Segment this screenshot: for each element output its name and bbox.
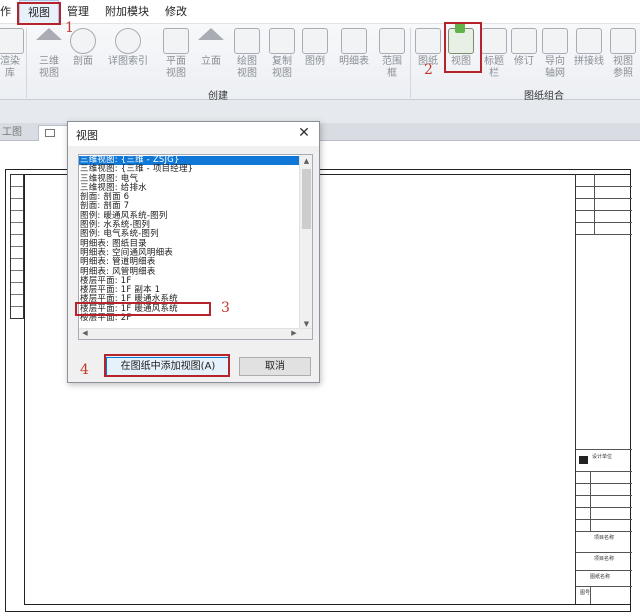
annotation-box-1: [17, 2, 61, 25]
annotation-box-4: [104, 354, 230, 377]
schedule-icon: [341, 28, 367, 54]
scope-box-label: 范围 框: [382, 56, 402, 79]
guide-grid-icon: [542, 28, 568, 54]
title-block-sheet-name: 图纸名称: [590, 574, 611, 580]
legend-label: 图例: [305, 56, 325, 67]
duplicate-view-button[interactable]: 复制 视图: [266, 26, 298, 88]
ribbon-panel: 渲染 库 三维 视图 剖面 详图索引 平面 视图 立面 绘图 视图 复制 视图 …: [0, 23, 640, 102]
plan-view-icon: [163, 28, 189, 54]
revision-icon: [511, 28, 537, 54]
scroll-left-icon[interactable]: ◀: [79, 328, 91, 339]
doc-tab-current[interactable]: [38, 125, 68, 141]
matchline-button[interactable]: 拼接线: [572, 26, 606, 88]
ribbon-divider: [410, 28, 411, 98]
duplicate-view-icon: [269, 28, 295, 54]
sheet-button[interactable]: 图纸: [414, 26, 442, 88]
view-reference-label: 视图 参照: [613, 56, 633, 79]
ribbon-gap: [0, 100, 640, 123]
doc-tab-previous[interactable]: 工图: [0, 125, 28, 141]
drafting-view-button[interactable]: 绘图 视图: [232, 26, 262, 88]
sheet-tab-icon: [45, 129, 55, 137]
annotation-box-2: [444, 22, 482, 73]
title-block-project: 项目名称: [594, 535, 615, 541]
menu-item-modify[interactable]: 修改: [157, 0, 195, 24]
guide-grid-label: 导向 轴网: [545, 56, 565, 79]
annotation-number-3: 3: [221, 300, 230, 316]
matchline-icon: [576, 28, 602, 54]
title-block-icon: [481, 28, 507, 54]
3d-view-label: 三维 视图: [39, 56, 59, 79]
menu-item-addins[interactable]: 附加模块: [97, 0, 157, 24]
view-reference-icon: [610, 28, 636, 54]
sheet-left-strip: [10, 174, 24, 319]
elevation-label: 立面: [201, 56, 221, 67]
annotation-box-3: [75, 302, 211, 316]
schedule-label: 明细表: [339, 56, 369, 67]
annotation-number-4: 4: [80, 362, 89, 378]
scope-box-icon: [379, 28, 405, 54]
render-library-label: 渲染 库: [0, 56, 20, 79]
annotation-number-1: 1: [65, 20, 74, 36]
scroll-right-icon[interactable]: ▶: [288, 328, 300, 339]
scroll-up-icon[interactable]: ▲: [300, 155, 312, 167]
ribbon-divider: [26, 28, 27, 98]
title-block-sheet-number: 图号: [580, 590, 591, 596]
view-list-items: 三维视图: {三维 - ZSJG} 三维视图: {三维 - 项目经理} 三维视图…: [79, 155, 299, 323]
vertical-scrollbar[interactable]: ▲ ▼: [299, 155, 312, 330]
3d-view-button[interactable]: 三维 视图: [32, 26, 66, 88]
plan-view-button[interactable]: 平面 视图: [160, 26, 192, 88]
menu-bar: 作 视图 管理 附加模块 修改: [0, 0, 640, 24]
guide-grid-button[interactable]: 导向 轴网: [540, 26, 570, 88]
legend-button[interactable]: 图例: [300, 26, 330, 88]
horizontal-scrollbar[interactable]: ◀ ▶: [79, 328, 312, 339]
drafting-view-label: 绘图 视图: [237, 56, 257, 79]
scroll-thumb[interactable]: [302, 169, 311, 229]
view-reference-button[interactable]: 视图 参照: [608, 26, 638, 88]
company-logo: [579, 456, 588, 464]
title-block-label: 标题 栏: [484, 56, 504, 79]
dialog-titlebar[interactable]: 视图 ✕: [68, 122, 319, 146]
dialog-body: 三维视图: {三维 - ZSJG} 三维视图: {三维 - 项目经理} 三维视图…: [68, 146, 319, 382]
section-label: 剖面: [73, 56, 93, 67]
dialog-title: 视图: [76, 129, 98, 142]
elevation-button[interactable]: 立面: [196, 26, 226, 88]
render-library-button[interactable]: 渲染 库: [0, 26, 24, 88]
title-block: 设计单位 项目名称 项目名称 图纸名称 图号: [575, 174, 632, 604]
matchline-label: 拼接线: [574, 56, 604, 67]
revit-window: 作 视图 管理 附加模块 修改 渲染 库 三维 视图 剖面 详图索引 平面 视图: [0, 0, 640, 616]
annotation-number-2: 2: [424, 62, 433, 78]
revision-button[interactable]: 修订: [510, 26, 538, 88]
legend-icon: [302, 28, 328, 54]
title-block-designer: 设计单位: [592, 454, 613, 460]
revision-label: 修订: [514, 56, 534, 67]
callout-label: 详图索引: [108, 56, 148, 67]
view-dialog: 视图 ✕ 三维视图: {三维 - ZSJG} 三维视图: {三维 - 项目经理}…: [67, 121, 320, 383]
duplicate-view-label: 复制 视图: [272, 56, 292, 79]
3d-house-icon: [36, 28, 62, 40]
drafting-view-icon: [234, 28, 260, 54]
scope-box-button[interactable]: 范围 框: [378, 26, 406, 88]
title-block-button[interactable]: 标题 栏: [480, 26, 508, 88]
plan-view-label: 平面 视图: [166, 56, 186, 79]
elevation-icon: [198, 28, 224, 40]
callout-icon: [115, 28, 141, 54]
sheet-icon: [415, 28, 441, 54]
callout-button[interactable]: 详图索引: [104, 26, 152, 88]
cancel-button[interactable]: 取消: [239, 357, 311, 376]
render-library-icon: [0, 28, 24, 54]
schedule-button[interactable]: 明细表: [336, 26, 372, 88]
title-block-project-2: 项目名称: [594, 556, 615, 562]
close-icon[interactable]: ✕: [295, 124, 313, 142]
